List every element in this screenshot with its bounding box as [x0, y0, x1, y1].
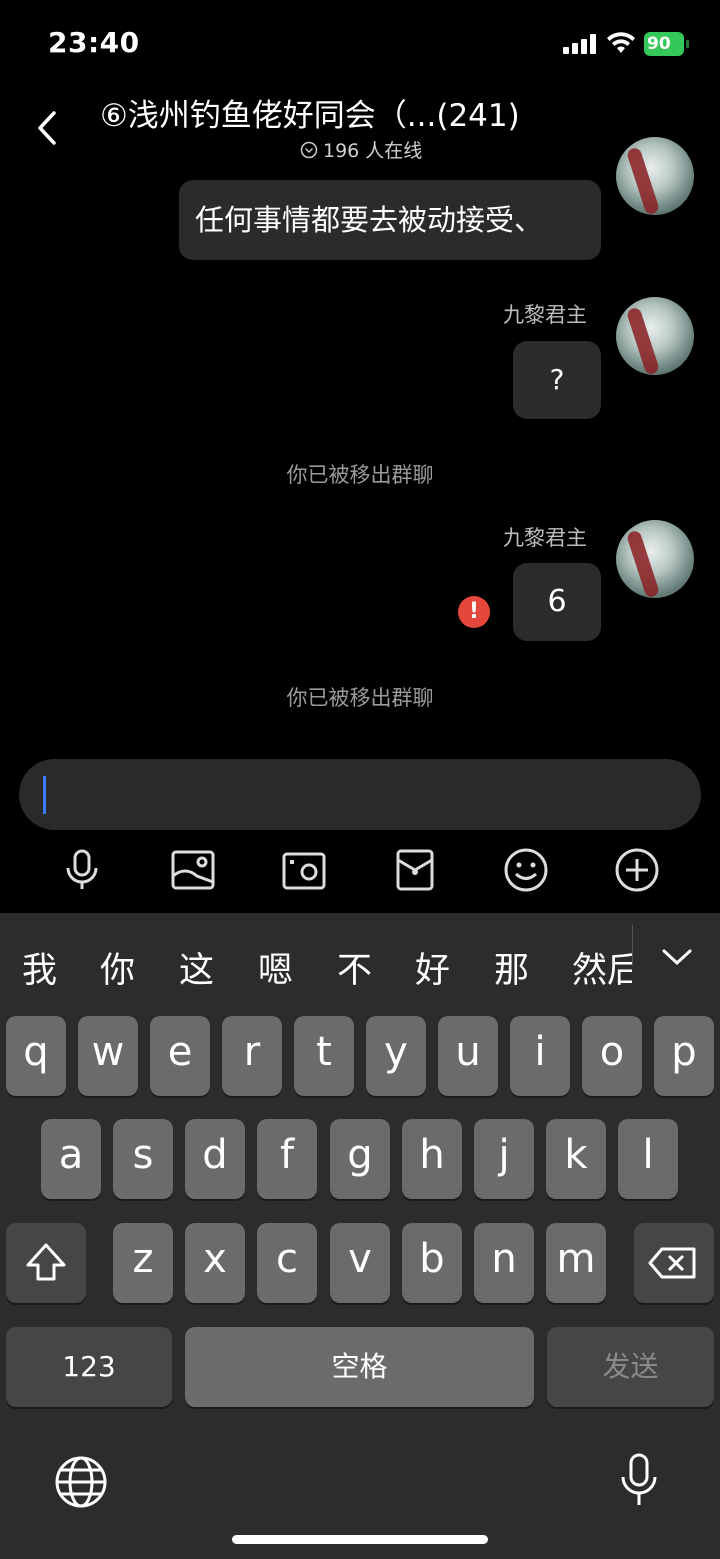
candidate-word[interactable]: 不: [337, 942, 372, 993]
system-notice: 你已被移出群聊: [286, 686, 434, 710]
online-count: 196 人在线: [300, 136, 422, 163]
candidate-word[interactable]: 那: [494, 942, 529, 993]
key-f[interactable]: f: [257, 1119, 317, 1199]
key-d[interactable]: d: [185, 1119, 245, 1199]
image-icon[interactable]: [169, 846, 217, 894]
numbers-key[interactable]: 123: [6, 1327, 172, 1407]
chevron-left-icon: [38, 111, 56, 145]
key-z[interactable]: z: [113, 1223, 173, 1303]
key-y[interactable]: y: [366, 1016, 426, 1096]
dictation-key[interactable]: [617, 1452, 661, 1510]
key-p[interactable]: p: [654, 1016, 714, 1096]
mic-icon[interactable]: [58, 846, 106, 894]
key-m[interactable]: m: [546, 1223, 606, 1303]
candidate-word[interactable]: 我: [22, 942, 57, 993]
key-r[interactable]: r: [222, 1016, 282, 1096]
battery-level: 90: [644, 32, 684, 56]
red-packet-icon[interactable]: [391, 846, 439, 894]
signal-icon: [563, 34, 599, 54]
key-l[interactable]: l: [618, 1119, 678, 1199]
key-o[interactable]: o: [582, 1016, 642, 1096]
wifi-icon: [606, 31, 636, 55]
chevron-down-icon: [662, 949, 692, 966]
send-key[interactable]: 发送: [547, 1327, 714, 1407]
space-key[interactable]: 空格: [185, 1327, 534, 1407]
text-cursor: [43, 776, 46, 814]
online-count-label: 196 人在线: [323, 140, 423, 162]
backspace-icon: [648, 1247, 696, 1279]
message-bubble[interactable]: ?: [513, 341, 601, 419]
key-i[interactable]: i: [510, 1016, 570, 1096]
message-bubble[interactable]: 任何事情都要去被动接受、: [179, 180, 601, 260]
sender-name: 九黎君主: [503, 303, 587, 327]
message-input[interactable]: [19, 759, 701, 830]
avatar[interactable]: [616, 520, 694, 598]
shift-icon: [26, 1243, 66, 1281]
key-g[interactable]: g: [330, 1119, 390, 1199]
key-q[interactable]: q: [6, 1016, 66, 1096]
key-n[interactable]: n: [474, 1223, 534, 1303]
status-time: 23:40: [48, 26, 140, 59]
key-j[interactable]: j: [474, 1119, 534, 1199]
plus-icon[interactable]: [613, 846, 661, 894]
key-v[interactable]: v: [330, 1223, 390, 1303]
candidate-word[interactable]: 然后: [572, 951, 632, 991]
error-icon[interactable]: !: [458, 596, 490, 628]
key-x[interactable]: x: [185, 1223, 245, 1303]
key-w[interactable]: w: [78, 1016, 138, 1096]
chat-title[interactable]: ⑥浅州钓鱼佬好同会（...(241): [100, 94, 560, 138]
back-button[interactable]: [34, 108, 60, 148]
candidate-word[interactable]: 嗯: [258, 942, 293, 993]
divider: [632, 925, 633, 965]
key-k[interactable]: k: [546, 1119, 606, 1199]
candidate-word[interactable]: 这: [179, 942, 214, 993]
mic-icon: [621, 1453, 657, 1505]
delete-key[interactable]: [634, 1223, 714, 1303]
collapse-candidates-button[interactable]: [660, 943, 694, 971]
sender-name: 九黎君主: [503, 526, 587, 550]
candidate-word[interactable]: 你: [100, 942, 135, 993]
system-notice: 你已被移出群聊: [286, 463, 434, 487]
key-u[interactable]: u: [438, 1016, 498, 1096]
key-t[interactable]: t: [294, 1016, 354, 1096]
candidate-clip: 然后: [572, 942, 632, 992]
chevron-circle-icon: [300, 141, 318, 158]
message-bubble[interactable]: 6: [513, 563, 601, 641]
key-c[interactable]: c: [257, 1223, 317, 1303]
home-indicator: [232, 1535, 488, 1544]
key-h[interactable]: h: [402, 1119, 462, 1199]
globe-icon: [55, 1456, 107, 1508]
camera-icon[interactable]: [280, 846, 328, 894]
avatar[interactable]: [616, 297, 694, 375]
key-a[interactable]: a: [41, 1119, 101, 1199]
key-e[interactable]: e: [150, 1016, 210, 1096]
globe-key[interactable]: [54, 1455, 108, 1509]
battery-icon: 90: [644, 32, 690, 56]
avatar[interactable]: [616, 137, 694, 215]
shift-key[interactable]: [6, 1223, 86, 1303]
candidate-word[interactable]: 好: [415, 942, 450, 993]
key-s[interactable]: s: [113, 1119, 173, 1199]
key-b[interactable]: b: [402, 1223, 462, 1303]
emoji-icon[interactable]: [502, 846, 550, 894]
